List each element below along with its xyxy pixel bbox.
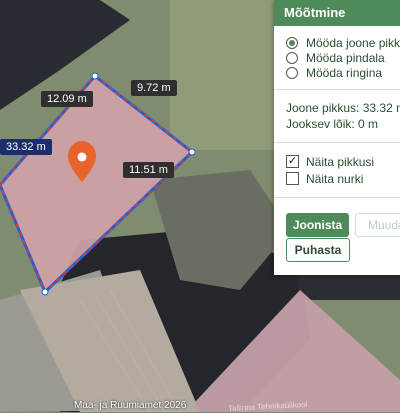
segment-label: 12.09 m [41,91,93,107]
segment-label: 9.72 m [131,80,177,96]
radio-button[interactable] [286,36,298,49]
divider [274,197,400,198]
vertex-handle [91,72,99,80]
edit-button[interactable]: Muuda [355,213,400,237]
draw-button[interactable]: Joonista [286,213,349,237]
radio-button[interactable] [286,66,298,79]
vertex-handle [41,288,49,296]
radio-area[interactable]: Mööda pindala [286,50,400,65]
vertex-handle [188,148,196,156]
line-length-readout: Joone pikkus: 33.32 m [286,101,400,115]
total-length-label: 33.32 m [0,139,52,155]
show-angles-option[interactable]: Näita nurki [286,170,400,187]
measure-panel: Mõõtmine Mööda joone pikkust Mööda pinda… [274,0,400,275]
clear-button[interactable]: Puhasta [286,238,350,262]
segment-label: 11.51 m [123,162,174,178]
panel-title: Mõõtmine [274,0,400,26]
current-segment-readout: Jooksev lõik: 0 m [286,117,379,131]
checkbox-label: Näita pikkusi [306,154,375,169]
map-attribution: Maa- ja Ruumiamet 2026 [74,400,187,411]
radio-label: Mööda pindala [306,50,385,65]
show-lengths-option[interactable]: ✓ Näita pikkusi [286,153,400,170]
checkbox[interactable]: ✓ [286,155,299,168]
radio-circle[interactable]: Mööda ringina [286,65,400,80]
checkbox[interactable] [286,172,299,185]
radio-label: Mööda joone pikkust [306,35,400,50]
radio-label: Mööda ringina [306,65,383,80]
radio-button[interactable] [286,51,298,64]
checkbox-label: Näita nurki [306,171,364,186]
radio-line-length[interactable]: Mööda joone pikkust [286,35,400,50]
